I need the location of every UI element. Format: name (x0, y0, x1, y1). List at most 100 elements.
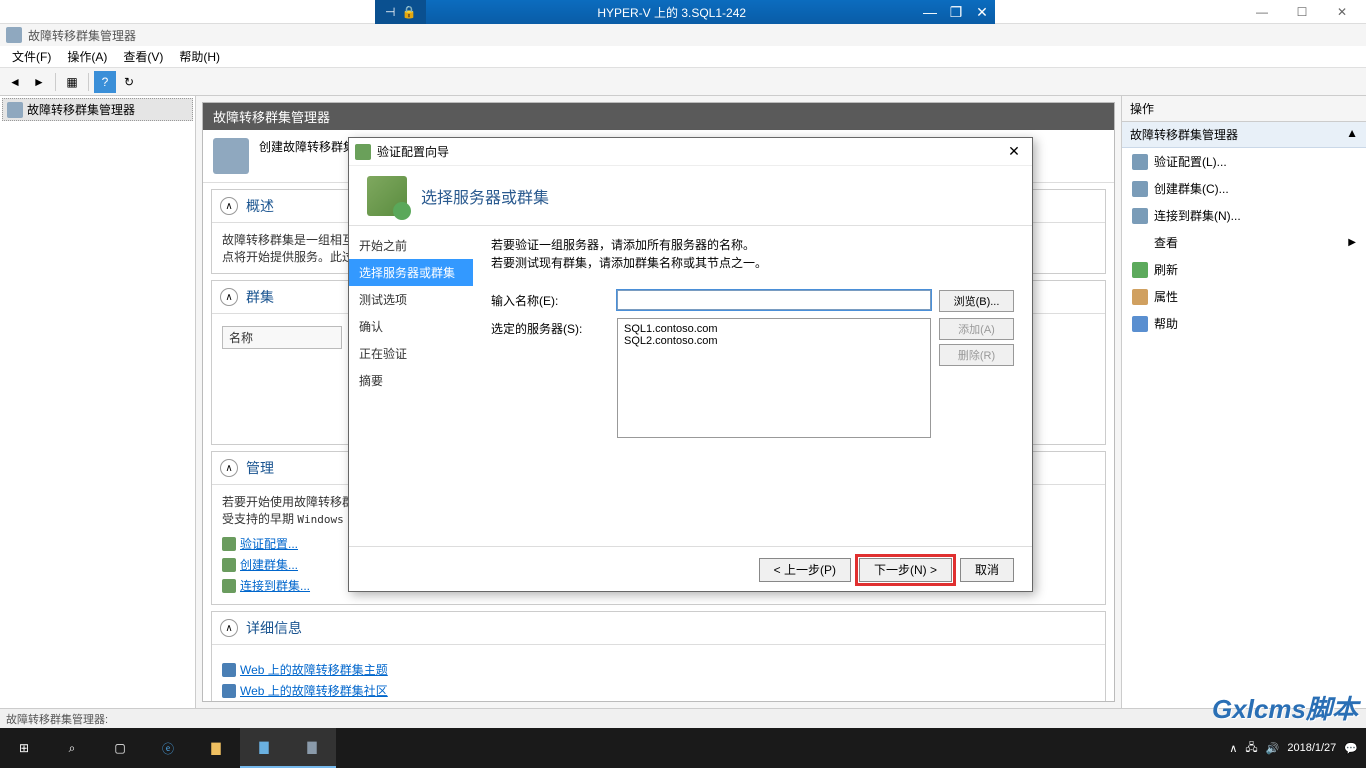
action-validate-config[interactable]: 验证配置(L)... (1122, 148, 1366, 175)
selected-servers-listbox[interactable]: SQL1.contoso.com SQL2.contoso.com (617, 318, 931, 438)
create-cluster-icon (1132, 181, 1148, 197)
wizard-titlebar: 验证配置向导 ✕ (349, 138, 1032, 166)
collapse-icon[interactable]: ∧ (220, 197, 238, 215)
toolbar-panel-button[interactable]: ▦ (61, 71, 83, 93)
tree-root-item[interactable]: 故障转移群集管理器 (2, 98, 193, 121)
wizard-footer: < 上一步(P) 下一步(N) > 取消 (349, 546, 1032, 592)
vm-maximize-button[interactable]: ❐ (943, 4, 969, 21)
collapse-icon[interactable]: ∧ (220, 619, 238, 637)
menu-bar: 文件(F) 操作(A) 查看(V) 帮助(H) (0, 46, 1366, 68)
actions-collapse-icon[interactable]: ▲ (1346, 126, 1358, 143)
tray-volume-icon[interactable]: 🔊 (1266, 742, 1280, 755)
action-help[interactable]: 帮助 (1122, 310, 1366, 337)
step-summary[interactable]: 摘要 (349, 367, 473, 394)
wizard-content: 若要验证一组服务器，请添加所有服务器的名称。 若要测试现有群集，请添加群集名称或… (473, 226, 1032, 546)
wizard-heading-text: 选择服务器或群集 (421, 184, 549, 208)
link-web-topics[interactable]: Web 上的故障转移群集主题 (222, 659, 1095, 680)
host-minimize-button[interactable]: — (1242, 1, 1282, 23)
toolbar-refresh-button[interactable]: ↻ (118, 71, 140, 93)
pin-icon[interactable]: ⊣ (385, 5, 395, 19)
taskbar-server-manager[interactable]: ▇ (240, 728, 288, 768)
vm-minimize-button[interactable]: — (917, 4, 943, 20)
details-section: ∧ 详细信息 Web 上的故障转移群集主题 Web 上的故障转移群集社区 (211, 611, 1106, 702)
overview-text1: 故障转移群集是一组相互 (222, 233, 354, 247)
navigation-tree: 故障转移群集管理器 (0, 96, 196, 708)
menu-view[interactable]: 查看(V) (115, 46, 171, 67)
step-select-servers[interactable]: 选择服务器或群集 (349, 259, 473, 286)
cancel-button[interactable]: 取消 (960, 558, 1014, 582)
refresh-icon (1132, 262, 1148, 278)
search-button[interactable]: ⌕ (48, 728, 96, 768)
task-view-button[interactable]: ▢ (96, 728, 144, 768)
help-icon (1132, 316, 1148, 332)
menu-action[interactable]: 操作(A) (59, 46, 115, 67)
enter-name-label: 输入名称(E): (491, 290, 609, 309)
step-test-options[interactable]: 测试选项 (349, 286, 473, 313)
next-button[interactable]: 下一步(N) > (859, 558, 952, 582)
enter-name-input[interactable] (617, 290, 931, 310)
action-view[interactable]: 查看▶ (1122, 229, 1366, 256)
actions-panel-title: 操作 (1122, 96, 1366, 122)
wizard-instruction-2: 若要测试现有群集，请添加群集名称或其节点之一。 (491, 254, 1014, 272)
wizard-title-text: 验证配置向导 (377, 143, 449, 160)
system-tray: ∧ 🖧 🔊 2018/1/27 💬 (1221, 739, 1366, 758)
manage-text2: 受支持的早期 Windows S (222, 512, 357, 526)
connect-cluster-icon (1132, 208, 1148, 224)
menu-help[interactable]: 帮助(H) (171, 46, 228, 67)
center-header: 故障转移群集管理器 (203, 103, 1114, 130)
menu-file[interactable]: 文件(F) (4, 46, 59, 67)
server-entry-2[interactable]: SQL2.contoso.com (624, 335, 924, 347)
server-entry-1[interactable]: SQL1.contoso.com (624, 323, 924, 335)
clusters-title: 群集 (246, 287, 274, 307)
details-title: 详细信息 (246, 618, 302, 638)
taskbar-cluster-manager[interactable]: ▇ (288, 728, 336, 768)
browse-button[interactable]: 浏览(B)... (939, 290, 1014, 312)
toolbar: ◄ ► ▦ ? ↻ (0, 68, 1366, 96)
wizard-icon (355, 144, 371, 160)
vm-connection-bar: ⊣ 🔒 HYPER-V 上的 3.SQL1-242 — ❐ ✕ (375, 0, 995, 24)
taskbar-explorer[interactable]: ▇ (192, 728, 240, 768)
tree-root-label: 故障转移群集管理器 (27, 101, 135, 118)
actions-header: 故障转移群集管理器▲ (1122, 122, 1366, 148)
tray-chevron-icon[interactable]: ∧ (1229, 742, 1237, 755)
action-connect-cluster[interactable]: 连接到群集(N)... (1122, 202, 1366, 229)
toolbar-help-button[interactable]: ? (94, 71, 116, 93)
manage-title: 管理 (246, 458, 274, 478)
validate-config-wizard: 验证配置向导 ✕ 选择服务器或群集 开始之前 选择服务器或群集 测试选项 确认 … (348, 137, 1033, 592)
wizard-heading-icon (367, 176, 407, 216)
tray-date[interactable]: 2018/1/27 (1287, 742, 1336, 754)
tray-network-icon[interactable]: 🖧 (1245, 739, 1257, 758)
cluster-manager-icon (7, 102, 23, 118)
remove-button: 删除(R) (939, 344, 1014, 366)
vm-close-button[interactable]: ✕ (969, 4, 995, 21)
host-close-button[interactable]: ✕ (1322, 1, 1362, 23)
lock-icon[interactable]: 🔒 (401, 5, 416, 19)
validate-icon (1132, 154, 1148, 170)
taskbar-ie[interactable]: ⓔ (144, 728, 192, 768)
app-titlebar: 故障转移群集管理器 (0, 24, 1366, 46)
step-validating[interactable]: 正在验证 (349, 340, 473, 367)
prev-button[interactable]: < 上一步(P) (759, 558, 851, 582)
watermark-text: Gxlcms脚本 (1212, 689, 1358, 726)
vm-title: HYPER-V 上的 3.SQL1-242 (426, 4, 917, 21)
tray-notifications-icon[interactable]: 💬 (1344, 742, 1358, 755)
selected-servers-label: 选定的服务器(S): (491, 318, 609, 337)
wizard-close-button[interactable]: ✕ (1002, 143, 1026, 160)
collapse-icon[interactable]: ∧ (220, 288, 238, 306)
action-properties[interactable]: 属性 (1122, 283, 1366, 310)
host-maximize-button[interactable]: ☐ (1282, 1, 1322, 23)
add-button: 添加(A) (939, 318, 1014, 340)
wizard-steps-list: 开始之前 选择服务器或群集 测试选项 确认 正在验证 摘要 (349, 226, 473, 546)
link-web-community[interactable]: Web 上的故障转移群集社区 (222, 680, 1095, 701)
action-refresh[interactable]: 刷新 (1122, 256, 1366, 283)
toolbar-back-button[interactable]: ◄ (4, 71, 26, 93)
step-confirm[interactable]: 确认 (349, 313, 473, 340)
action-create-cluster[interactable]: 创建群集(C)... (1122, 175, 1366, 202)
step-before[interactable]: 开始之前 (349, 232, 473, 259)
toolbar-forward-button[interactable]: ► (28, 71, 50, 93)
collapse-icon[interactable]: ∧ (220, 459, 238, 477)
chevron-right-icon: ▶ (1348, 237, 1356, 248)
wizard-header: 选择服务器或群集 (349, 166, 1032, 226)
clusters-column-name[interactable]: 名称 (222, 326, 342, 349)
start-button[interactable]: ⊞ (0, 728, 48, 768)
